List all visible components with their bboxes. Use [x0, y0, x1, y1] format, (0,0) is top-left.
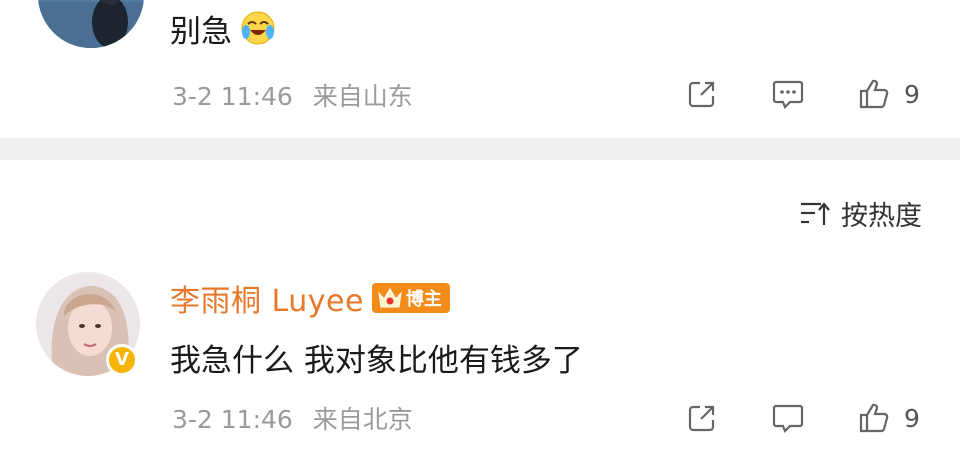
comment-meta: 3-2 11:46 来自山东: [172, 77, 413, 113]
comment-item: 别急 3-2 11:46 来自山东 9: [0, 0, 960, 138]
like-button[interactable]: [856, 76, 892, 112]
comment-icon: [772, 80, 804, 109]
comment-location: 来自山东: [312, 82, 413, 111]
like-count: 9: [904, 79, 920, 109]
section-divider: [0, 138, 960, 160]
avatar[interactable]: [38, 0, 144, 48]
reply-button[interactable]: [770, 400, 806, 436]
comment-location: 来自北京: [312, 405, 413, 434]
share-icon: [688, 81, 715, 108]
verified-badge: V: [106, 344, 138, 376]
sort-icon: [801, 202, 830, 225]
like-count: 9: [904, 403, 920, 433]
sort-label: 按热度: [841, 200, 922, 232]
comment-date: 3-2 11:46: [172, 82, 293, 111]
thumbs-up-icon: [859, 79, 889, 109]
thumbs-up-icon: [859, 403, 889, 433]
share-button[interactable]: [684, 400, 720, 436]
comment-date: 3-2 11:46: [172, 405, 293, 434]
blogger-badge: 博主: [371, 283, 450, 313]
crown-icon: [378, 288, 402, 308]
share-icon: [688, 405, 715, 432]
comment-actions: 9: [684, 74, 920, 114]
sort-by-heat-button[interactable]: 按热度: [799, 196, 922, 232]
reply-button[interactable]: [770, 76, 806, 112]
comment-text: 我急什么 我对象比他有钱多了: [170, 342, 583, 379]
comment-meta: 3-2 11:46 来自北京: [172, 400, 413, 436]
author-row: 李雨桐 Luyee 博主: [170, 276, 450, 320]
comment-text: 别急: [170, 6, 276, 50]
comment-icon: [772, 404, 804, 433]
comment-item: V 李雨桐 Luyee 博主 我急什么 我对象比他有钱多了 3-2 11:46 …: [0, 260, 960, 454]
like-button[interactable]: [856, 400, 892, 436]
laughing-crying-emoji-icon: [241, 11, 275, 45]
username[interactable]: 李雨桐 Luyee: [170, 276, 364, 320]
share-button[interactable]: [684, 76, 720, 112]
comment-actions: 9: [684, 398, 920, 438]
